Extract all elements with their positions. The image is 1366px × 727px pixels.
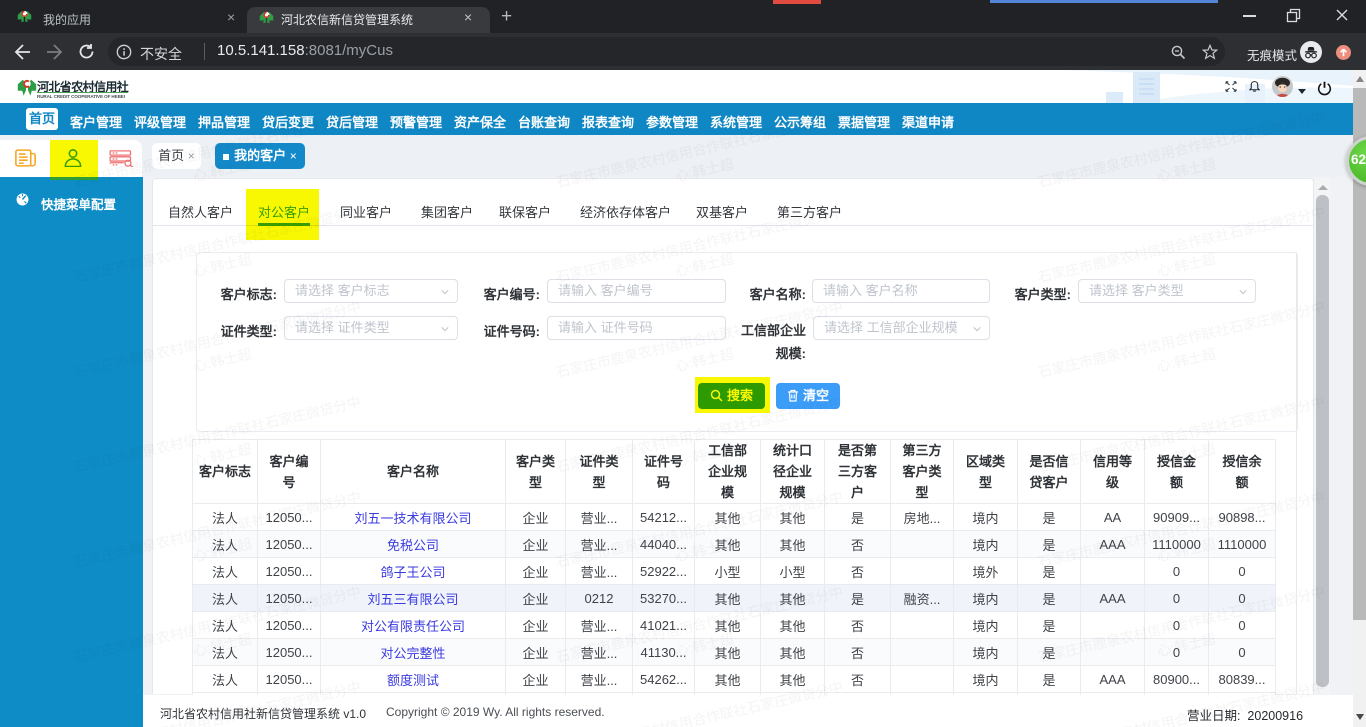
svg-text:RURAL CREDIT COOPERATIVE OF HE: RURAL CREDIT COOPERATIVE OF HEBEI bbox=[37, 94, 125, 99]
